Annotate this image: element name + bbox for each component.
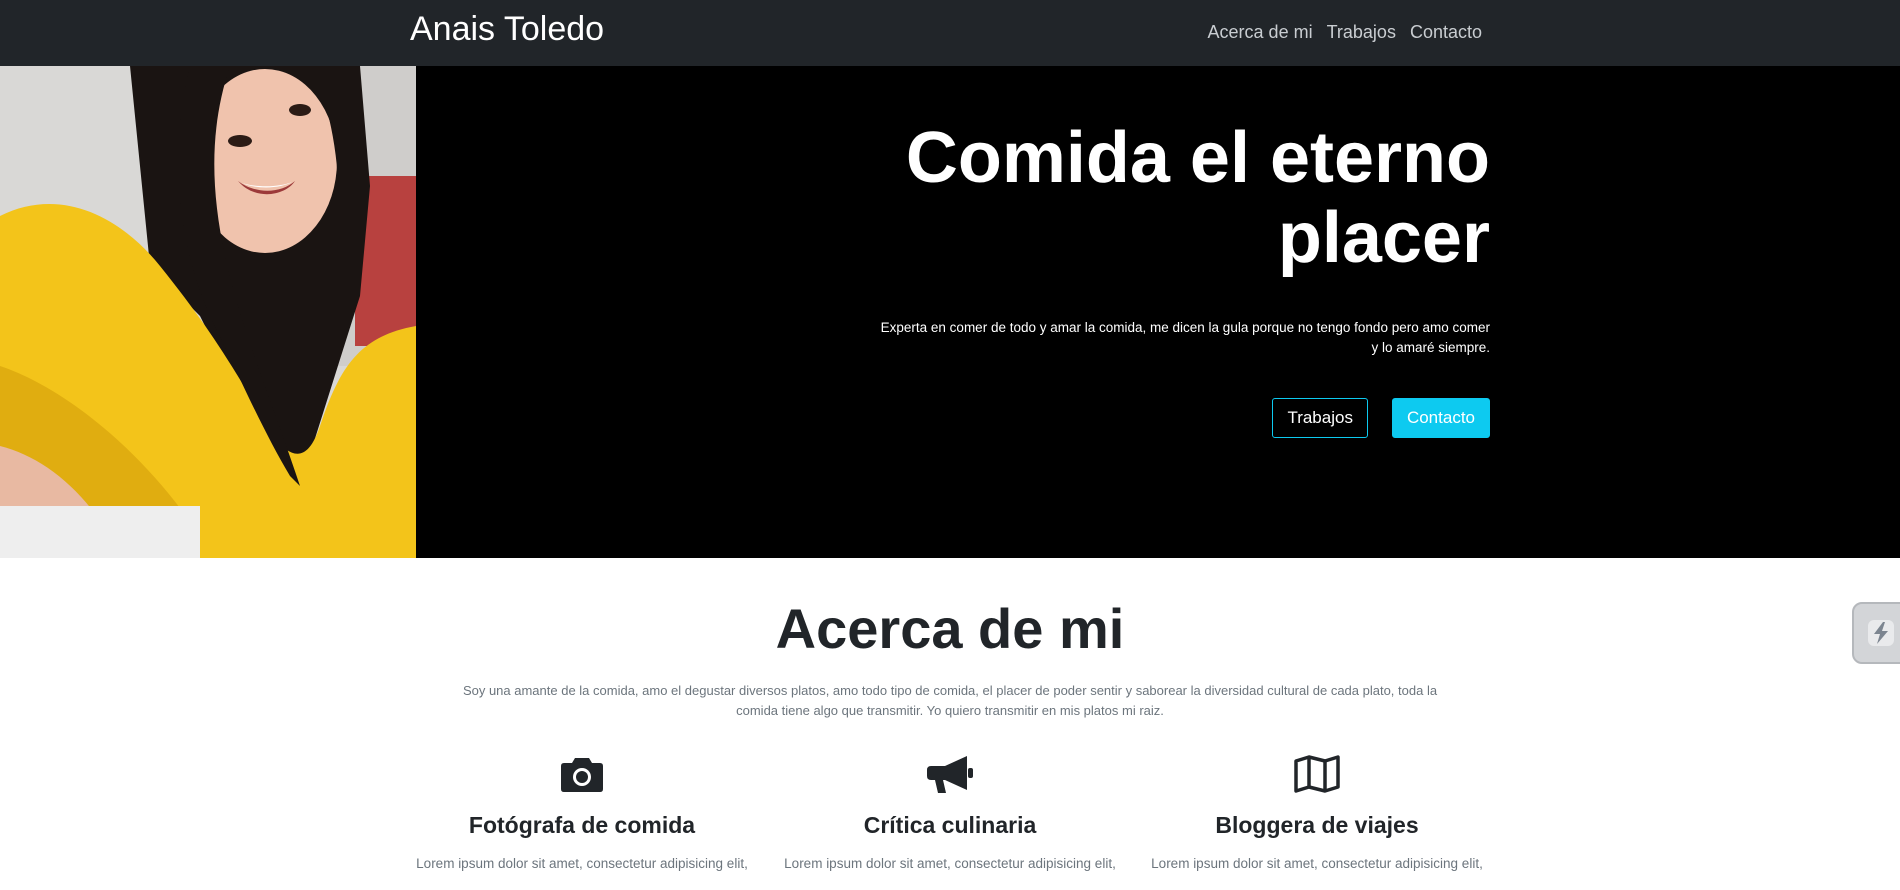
camera-icon (402, 752, 762, 796)
profile-photo (0, 66, 416, 558)
hero-subtitle-line1: Experta en comer de todo y amar la comid… (880, 320, 1490, 335)
feature-text: Lorem ipsum dolor sit amet, consectetur … (784, 856, 1116, 871)
feature-food-photographer: Fotógrafa de comida Lorem ipsum dolor si… (402, 752, 762, 874)
floating-tool-button[interactable] (1852, 602, 1900, 664)
nav-link-works[interactable]: Trabajos (1327, 20, 1396, 44)
nav-link-about[interactable]: Acerca de mi (1208, 20, 1313, 44)
about-text-line1: Soy una amante de la comida, amo el degu… (462, 683, 1438, 698)
nav-links: Acerca de mi Trabajos Contacto (1208, 20, 1482, 44)
lightning-icon (1868, 620, 1894, 646)
hero-buttons: Trabajos Contacto (1272, 398, 1490, 438)
hero-subtitle-line2: y lo amaré siempre. (1371, 340, 1490, 355)
megaphone-icon (770, 752, 1130, 796)
navbar: Anais Toledo Acerca de mi Trabajos Conta… (0, 0, 1900, 66)
hero-subtitle: Experta en comer de todo y amar la comid… (850, 318, 1490, 358)
feature-food-critic: Crítica culinaria Lorem ipsum dolor sit … (770, 752, 1130, 874)
hero-title-line2: placer (1277, 198, 1490, 278)
map-icon (1137, 752, 1497, 796)
feature-text: Lorem ipsum dolor sit amet, consectetur … (416, 856, 748, 871)
feature-title: Fotógrafa de comida (468, 812, 696, 838)
brand-link[interactable]: Anais Toledo (410, 8, 604, 50)
feature-text: Lorem ipsum dolor sit amet, consectetur … (1151, 856, 1483, 871)
about-title: Acerca de mi (775, 597, 1125, 660)
works-button[interactable]: Trabajos (1272, 398, 1368, 438)
hero-title-line1: Comida el eterno (905, 118, 1490, 198)
feature-title: Bloggera de viajes (1215, 812, 1419, 838)
hero-section: Comida el eterno placer Experta en comer… (0, 66, 1900, 558)
hero-title: Comida el eterno placer (850, 118, 1490, 278)
feature-title: Crítica culinaria (863, 812, 1037, 838)
feature-travel-blogger: Bloggera de viajes Lorem ipsum dolor sit… (1137, 752, 1497, 874)
contact-button[interactable]: Contacto (1391, 398, 1490, 438)
nav-link-contact[interactable]: Contacto (1410, 20, 1482, 44)
about-text: Soy una amante de la comida, amo el degu… (425, 681, 1475, 721)
about-text-line2: comida tiene algo que transmitir. Yo qui… (736, 703, 1164, 718)
